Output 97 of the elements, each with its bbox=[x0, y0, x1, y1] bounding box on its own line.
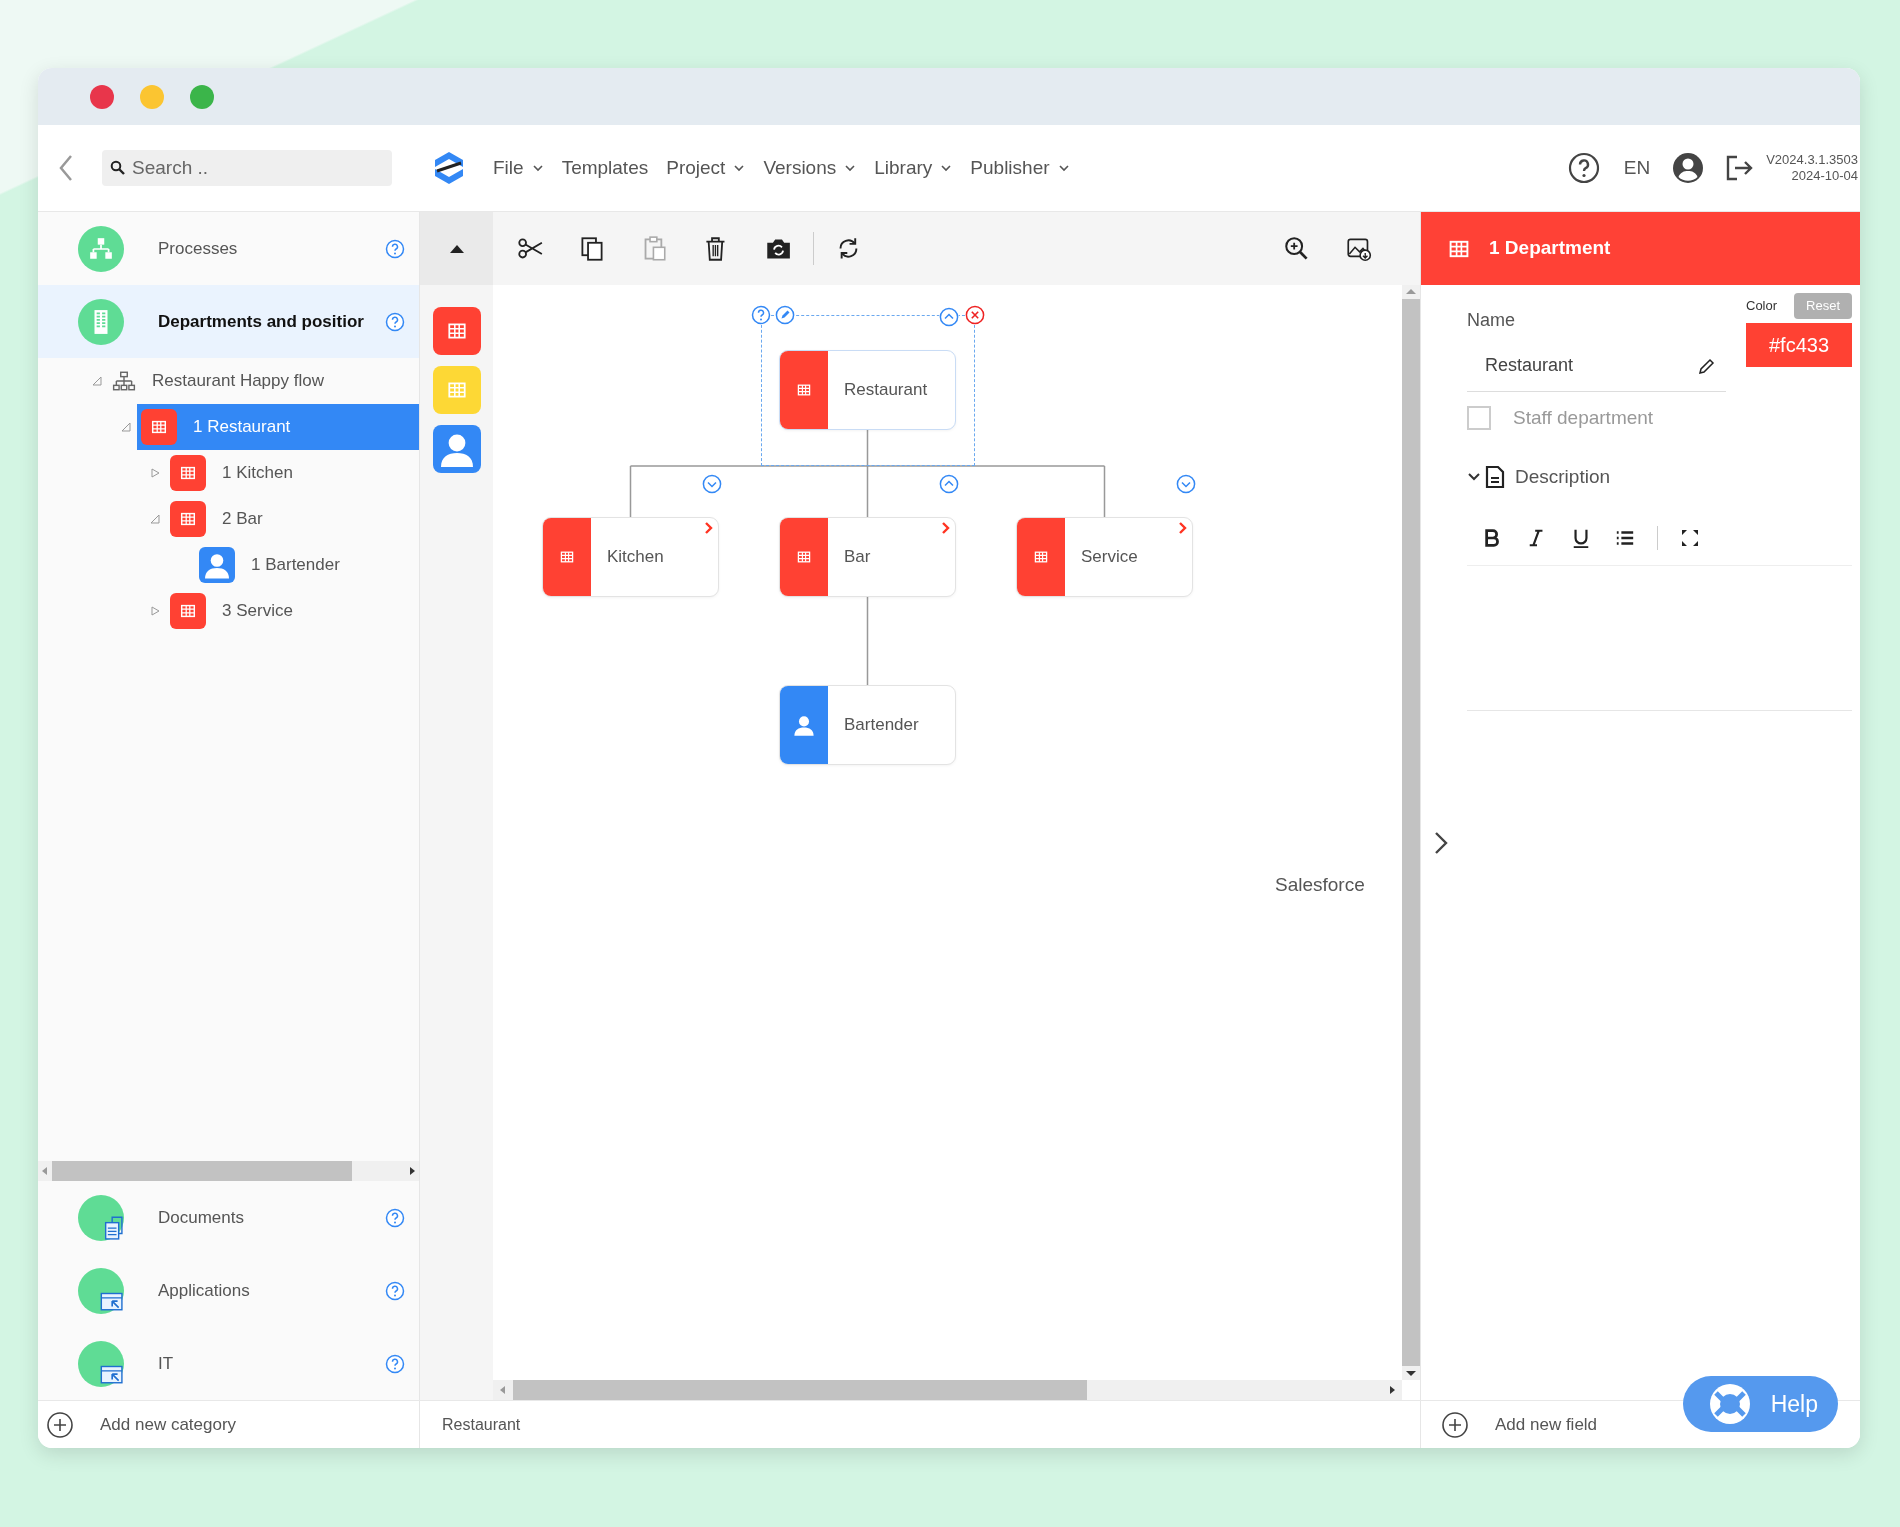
caret-icon bbox=[1057, 162, 1070, 174]
caret-icon bbox=[940, 162, 953, 174]
field-label: Name bbox=[1467, 309, 1516, 332]
back-button[interactable] bbox=[58, 153, 74, 183]
menu-item[interactable]: Library bbox=[865, 153, 962, 183]
search-field[interactable]: Search .. bbox=[102, 150, 392, 186]
window-control[interactable] bbox=[90, 84, 114, 109]
edit-icon[interactable] bbox=[775, 305, 795, 325]
menu-item[interactable]: Project bbox=[657, 153, 755, 183]
horizontal-scrollbar[interactable] bbox=[493, 1380, 1402, 1400]
expanded-icon[interactable] bbox=[92, 376, 102, 386]
person-icon bbox=[199, 547, 235, 583]
org-chart-icon bbox=[112, 370, 136, 392]
chevron-icon[interactable] bbox=[704, 521, 714, 535]
department-node[interactable]: Bar bbox=[779, 517, 956, 597]
menu-item[interactable]: Templates bbox=[552, 153, 658, 183]
grid-icon bbox=[796, 382, 812, 398]
pencil-icon[interactable] bbox=[1698, 356, 1716, 375]
category-icon bbox=[78, 1267, 124, 1314]
category-icon bbox=[78, 1194, 124, 1241]
collapsed-icon[interactable] bbox=[150, 606, 160, 616]
user-icon[interactable] bbox=[1672, 152, 1705, 184]
person-shape-button[interactable] bbox=[432, 425, 481, 473]
expanded-icon[interactable] bbox=[150, 514, 160, 524]
category-item[interactable]: Processes bbox=[38, 212, 419, 285]
chevron-icon[interactable] bbox=[941, 521, 951, 535]
panel-header: 1 Department bbox=[1421, 212, 1860, 285]
status-text: Restaurant bbox=[442, 1414, 521, 1435]
department-node[interactable]: Service bbox=[1016, 517, 1193, 597]
position-node[interactable]: Bartender bbox=[779, 685, 956, 765]
tree-item[interactable]: 1 Kitchen bbox=[166, 450, 419, 496]
collapsed-icon[interactable] bbox=[150, 468, 160, 478]
category-item[interactable]: Documents bbox=[38, 1181, 419, 1254]
grid-icon bbox=[141, 409, 177, 445]
tree-item[interactable]: 3 Service bbox=[166, 588, 419, 634]
category-item[interactable]: Applications bbox=[38, 1254, 419, 1327]
document-icon bbox=[1485, 464, 1505, 489]
person-icon bbox=[792, 713, 816, 737]
logout-icon[interactable] bbox=[1724, 153, 1755, 183]
add-field-button[interactable]: Add new field bbox=[1441, 1410, 1598, 1439]
grid-icon bbox=[1033, 549, 1049, 565]
collapse-icon[interactable] bbox=[939, 474, 959, 494]
plus-icon bbox=[46, 1410, 74, 1439]
close-icon[interactable] bbox=[965, 305, 985, 325]
expanded-icon[interactable] bbox=[121, 422, 131, 432]
checkbox-label: Staff department bbox=[1513, 406, 1654, 430]
underline-icon bbox=[1571, 528, 1591, 548]
logo-icon bbox=[432, 150, 466, 186]
tree-item[interactable]: 2 Bar bbox=[166, 496, 419, 542]
grid-icon bbox=[170, 593, 206, 629]
copy-icon bbox=[579, 235, 605, 262]
date-text: 2024-10-04 bbox=[1790, 168, 1858, 184]
field-label: Color bbox=[1746, 297, 1778, 315]
fullscreen-icon bbox=[1680, 528, 1700, 548]
grid-icon bbox=[559, 549, 575, 565]
tree-item[interactable]: Restaurant Happy flow bbox=[108, 358, 419, 404]
grid-icon bbox=[796, 549, 812, 565]
list-icon bbox=[1615, 528, 1635, 548]
department-shape-button[interactable] bbox=[432, 307, 481, 355]
zoom-in-icon bbox=[1284, 235, 1310, 262]
chevron-icon[interactable] bbox=[1178, 521, 1188, 535]
tree-item[interactable]: 1 Restaurant bbox=[137, 404, 419, 450]
category-item[interactable]: IT bbox=[38, 1327, 419, 1400]
category-item[interactable]: Departments and positior bbox=[38, 285, 419, 358]
department-node[interactable]: Kitchen bbox=[542, 517, 719, 597]
department-node[interactable]: Restaurant bbox=[779, 350, 956, 430]
plus-icon bbox=[1441, 1410, 1469, 1439]
menu-item[interactable]: Publisher bbox=[961, 153, 1079, 183]
expand-icon[interactable] bbox=[702, 474, 722, 494]
language-selector[interactable]: EN bbox=[1623, 153, 1651, 183]
grid-icon bbox=[170, 501, 206, 537]
vertical-scrollbar[interactable] bbox=[1402, 285, 1420, 1380]
name-field[interactable]: Restaurant bbox=[1467, 340, 1726, 392]
grid-icon bbox=[170, 455, 206, 491]
section-title: Description bbox=[1515, 464, 1611, 489]
checkbox[interactable] bbox=[1467, 406, 1491, 431]
category-icon bbox=[78, 225, 124, 272]
caret-icon bbox=[733, 162, 746, 174]
version-text: V2024.3.1.3503 bbox=[1766, 152, 1858, 168]
menu-item[interactable]: Versions bbox=[754, 153, 866, 183]
add-category-button[interactable]: Add new category bbox=[46, 1410, 237, 1439]
tree-item[interactable]: 1 Bartender bbox=[195, 542, 419, 588]
canvas-label: Salesforce bbox=[1275, 873, 1365, 897]
category-icon bbox=[78, 298, 124, 345]
caret-icon bbox=[844, 162, 857, 174]
horizontal-scrollbar[interactable] bbox=[38, 1161, 419, 1181]
help-icon[interactable] bbox=[1567, 152, 1600, 184]
chevron-right-icon[interactable] bbox=[1434, 830, 1448, 855]
triangle-up-icon bbox=[448, 243, 465, 254]
collapse-icon[interactable] bbox=[939, 307, 959, 327]
window-control[interactable] bbox=[190, 84, 214, 109]
expand-icon[interactable] bbox=[1176, 474, 1196, 494]
back-icon bbox=[58, 153, 74, 183]
menu-item[interactable]: File bbox=[484, 153, 553, 183]
search-icon bbox=[110, 160, 126, 176]
category-icon bbox=[78, 1340, 124, 1387]
caret-icon bbox=[531, 162, 544, 174]
